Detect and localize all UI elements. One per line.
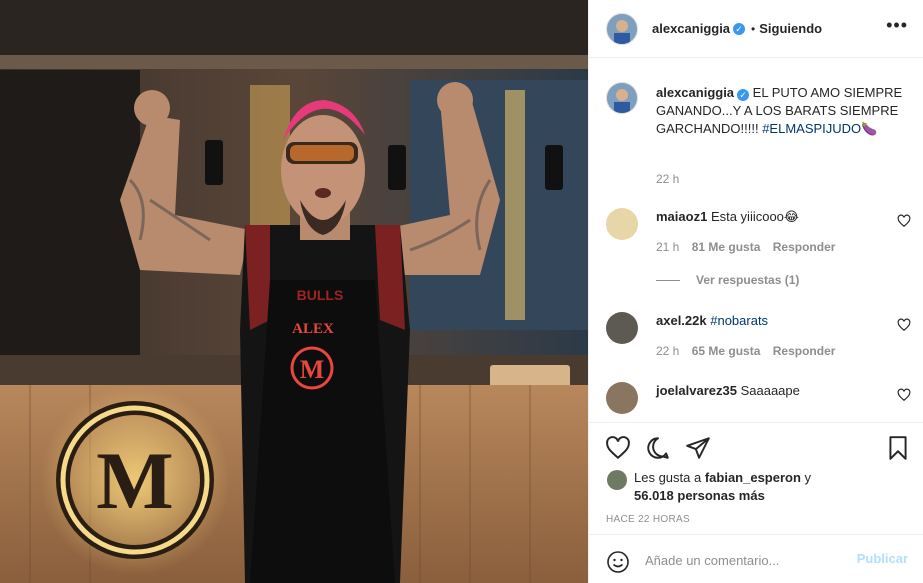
verified-badge-icon: ✓	[737, 89, 750, 101]
view-replies-button[interactable]: Ver respuestas (1)	[656, 273, 799, 287]
jersey-text: BULLS	[297, 287, 344, 303]
likes-prefix: Les gusta a	[634, 470, 705, 485]
comment-text: Esta yiiicooo😂	[710, 209, 800, 224]
author-username[interactable]: alexcaniggia	[652, 21, 730, 36]
commenter-username[interactable]: maiaoz1	[656, 209, 707, 224]
comment-text: Saaaaape	[740, 383, 800, 398]
likes-text: Les gusta a fabian_esperon y 56.018 pers…	[634, 469, 904, 505]
post-photo[interactable]: M ALEX M BULLS	[0, 0, 588, 583]
commenter-avatar[interactable]	[606, 208, 638, 240]
header-separator: •	[751, 21, 756, 36]
commenter-username[interactable]: joelalvarez35	[656, 383, 737, 398]
like-comment-heart-icon[interactable]	[897, 214, 911, 228]
more-options-icon[interactable]: •••	[886, 15, 908, 36]
instagram-post-view: M ALEX M BULLS alexcaniggia ✓ • Siguiend…	[0, 0, 923, 583]
comment-time: 21 h	[656, 240, 680, 254]
post-details-panel: alexcaniggia ✓ • Siguiendo ••• alexcanig…	[588, 0, 923, 583]
post-photo-illustration: M ALEX M BULLS	[0, 0, 588, 583]
comment-time: 22 h	[656, 344, 680, 358]
comments-list[interactable]: alexcaniggia ✓ EL PUTO AMO SIEMPRE GANAND…	[589, 58, 923, 422]
comment-meta: 22 h 65 Me gusta Responder	[656, 344, 844, 358]
post-actions: Les gusta a fabian_esperon y 56.018 pers…	[589, 422, 923, 534]
author-avatar[interactable]	[606, 12, 638, 45]
post-timestamp[interactable]: HACE 22 HORAS	[606, 514, 690, 525]
comment-meta: 21 h 81 Me gusta Responder	[656, 240, 844, 254]
save-bookmark-icon[interactable]	[885, 435, 911, 461]
eggplant-emoji-icon: 🍆	[861, 121, 878, 136]
liker-username[interactable]: fabian_esperon	[705, 470, 801, 485]
counter-logo-letter: M	[96, 435, 173, 526]
commenter-username[interactable]: axel.22k	[656, 313, 707, 328]
reply-button[interactable]: Responder	[773, 344, 836, 358]
caption-hashtag[interactable]: #ELMASPIJUDO	[762, 121, 861, 136]
comment-likes[interactable]: 65 Me gusta	[692, 344, 761, 358]
add-comment-bar: Publicar	[589, 534, 923, 583]
commenter-avatar[interactable]	[606, 382, 638, 414]
caption-text-block: alexcaniggia ✓ EL PUTO AMO SIEMPRE GANAND…	[656, 84, 906, 138]
comment-bubble-icon[interactable]	[645, 435, 671, 461]
share-paper-plane-icon[interactable]	[685, 435, 711, 461]
commenter-avatar[interactable]	[606, 312, 638, 344]
comment-input[interactable]	[645, 549, 845, 571]
apron-name-text: ALEX	[292, 321, 334, 337]
view-replies-label[interactable]: Ver respuestas (1)	[696, 273, 799, 287]
post-header: alexcaniggia ✓ • Siguiendo •••	[589, 0, 923, 58]
like-comment-heart-icon[interactable]	[897, 318, 911, 332]
comment-hashtag[interactable]: #nobarats	[710, 313, 768, 328]
verified-badge-icon: ✓	[733, 22, 746, 35]
comment-body: maiaoz1 Esta yiiicooo😂	[656, 208, 876, 226]
like-comment-heart-icon[interactable]	[897, 388, 911, 402]
comment-likes[interactable]: 81 Me gusta	[692, 240, 761, 254]
reply-button[interactable]: Responder	[773, 240, 836, 254]
like-heart-icon[interactable]	[605, 435, 631, 461]
liker-avatar[interactable]	[607, 470, 627, 490]
emoji-smiley-icon[interactable]	[606, 550, 630, 574]
following-button[interactable]: Siguiendo	[759, 21, 822, 36]
apron-logo-letter: M	[300, 355, 325, 384]
publish-button[interactable]: Publicar	[857, 551, 908, 566]
comment-body: joelalvarez35 Saaaaape	[656, 382, 876, 400]
replies-divider-line	[656, 280, 680, 282]
caption-time: 22 h	[656, 172, 680, 186]
likes-conjunction: y	[800, 470, 812, 485]
comment-body: axel.22k #nobarats	[656, 312, 876, 330]
caption-author-avatar[interactable]	[606, 82, 638, 114]
likes-count[interactable]: 56.018 personas más	[634, 488, 765, 503]
caption-username[interactable]: alexcaniggia	[656, 85, 734, 100]
